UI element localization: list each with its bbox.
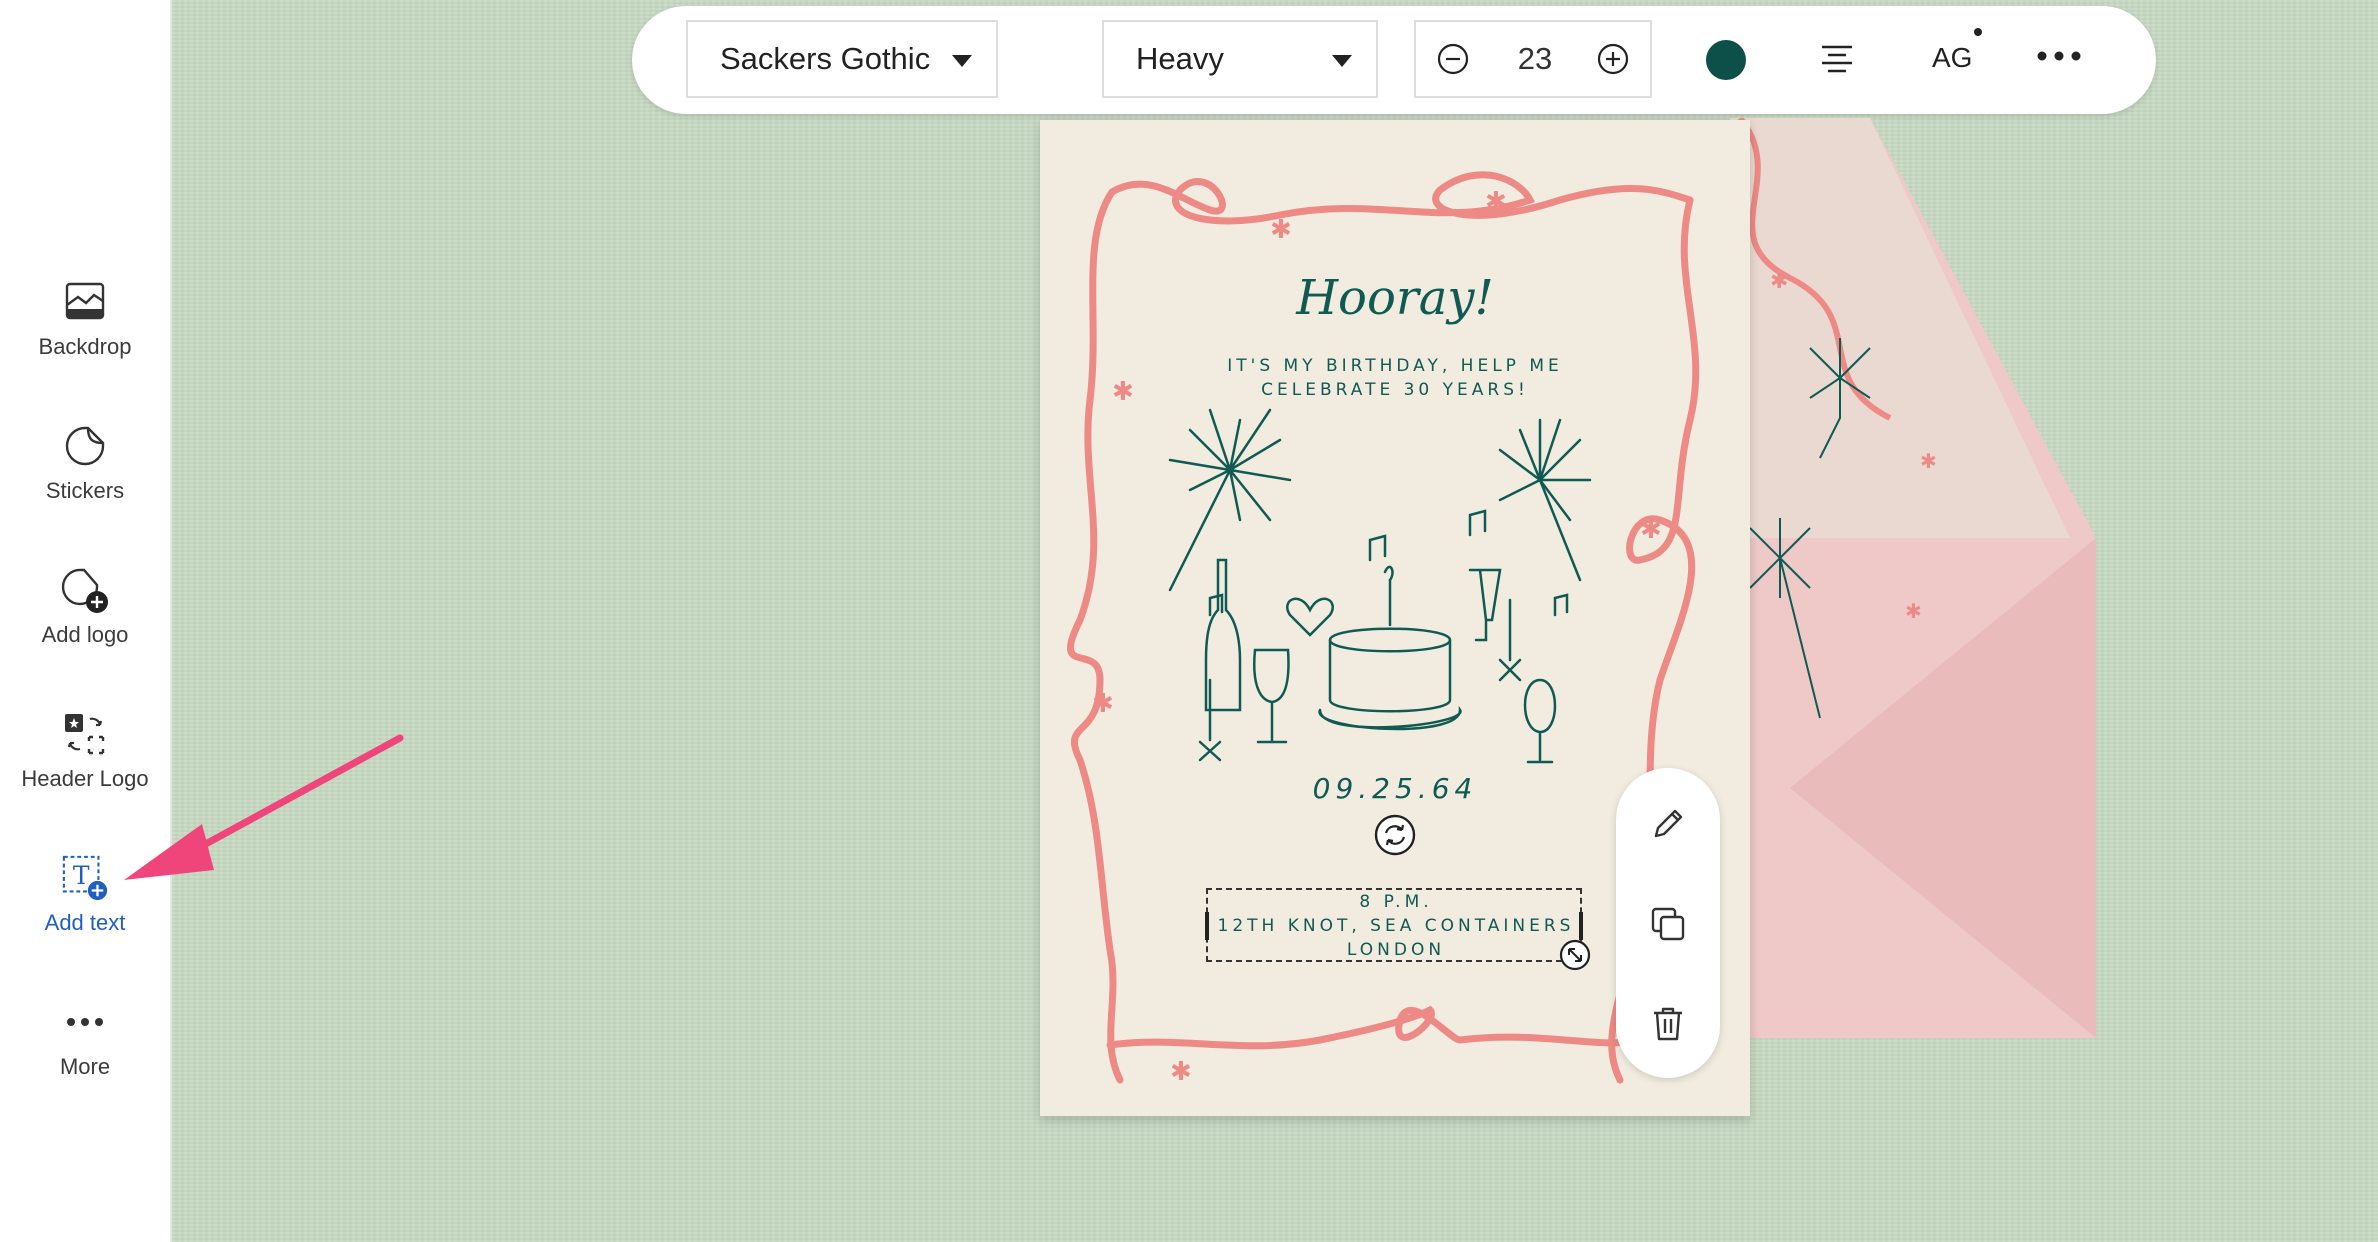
card-subtitle-line1[interactable]: IT'S MY BIRTHDAY, HELP ME [1040, 356, 1750, 376]
sidebar-item-add-logo[interactable]: Add logo [0, 566, 170, 686]
svg-text:✱: ✱ [1092, 689, 1114, 719]
sticker-icon [61, 422, 109, 470]
annotation-arrow [124, 734, 404, 880]
duplicate-button[interactable] [1646, 902, 1690, 946]
font-family-select[interactable]: Sackers Gothic [686, 20, 998, 98]
svg-text:✱: ✱ [1640, 515, 1662, 545]
svg-text:✱: ✱ [1770, 269, 1788, 294]
text-color-swatch[interactable] [1706, 40, 1746, 80]
right-resize-handle[interactable] [1579, 912, 1583, 940]
font-weight-select[interactable]: Heavy [1102, 20, 1378, 98]
svg-text:✱: ✱ [1270, 215, 1292, 245]
svg-text:✱: ✱ [1170, 1057, 1192, 1087]
chevron-down-icon [1332, 55, 1352, 67]
more-icon [61, 998, 109, 1046]
backdrop-icon [61, 278, 109, 326]
sidebar-item-label: Add text [44, 910, 126, 935]
details-line1: 8 P.M. [1359, 892, 1433, 912]
left-resize-handle[interactable] [1205, 912, 1209, 940]
element-action-menu [1616, 768, 1720, 1078]
chevron-down-icon [952, 55, 972, 67]
text-format-toolbar: Sackers Gothic Heavy 23 AG [632, 6, 2156, 114]
card-headline[interactable]: Hooray! [1040, 270, 1750, 326]
svg-text:T: T [73, 861, 90, 890]
svg-text:✱: ✱ [1485, 187, 1507, 217]
sidebar-item-label: Stickers [45, 478, 125, 503]
increase-size-icon[interactable] [1596, 42, 1630, 76]
align-center-icon[interactable] [1820, 44, 1854, 74]
trash-icon [1654, 1007, 1682, 1041]
sidebar-item-label: Add logo [41, 622, 129, 647]
font-size-stepper: 23 [1414, 20, 1652, 98]
svg-text:✱: ✱ [1905, 599, 1922, 623]
resize-handle-icon[interactable] [1558, 938, 1592, 972]
header-logo-icon [61, 710, 109, 758]
svg-text:✱: ✱ [1920, 449, 1937, 473]
text-case-indicator [1974, 28, 1982, 36]
pencil-icon [1654, 809, 1683, 838]
left-sidebar: Backdrop Stickers Add logo Header Logo T… [0, 0, 172, 1242]
more-options-icon[interactable] [2036, 50, 2082, 62]
duplicate-icon [1651, 907, 1685, 941]
sidebar-item-stickers[interactable]: Stickers [0, 422, 170, 542]
text-case-button[interactable]: AG [1932, 42, 1972, 74]
sidebar-item-backdrop[interactable]: Backdrop [0, 278, 170, 398]
delete-button[interactable] [1646, 1002, 1690, 1046]
font-family-value: Sackers Gothic [720, 41, 931, 76]
font-weight-value: Heavy [1136, 41, 1224, 76]
edit-button[interactable] [1646, 802, 1690, 846]
sidebar-item-more[interactable]: More [0, 998, 170, 1118]
details-line3: LONDON [1346, 940, 1446, 960]
selected-text-box[interactable]: 8 P.M. 12TH KNOT, SEA CONTAINERS LONDON [1205, 888, 1583, 962]
sidebar-item-label: Backdrop [38, 334, 132, 359]
add-logo-icon [61, 566, 109, 614]
details-line2: 12TH KNOT, SEA CONTAINERS [1217, 916, 1575, 936]
rotate-handle-icon[interactable] [1373, 813, 1417, 857]
sidebar-item-label: More [59, 1054, 111, 1079]
card-subtitle-line2[interactable]: CELEBRATE 30 YEARS! [1040, 380, 1750, 400]
envelope-preview: ✱ ✱ ✱ [1730, 118, 2096, 1038]
add-text-icon: T [61, 854, 109, 902]
